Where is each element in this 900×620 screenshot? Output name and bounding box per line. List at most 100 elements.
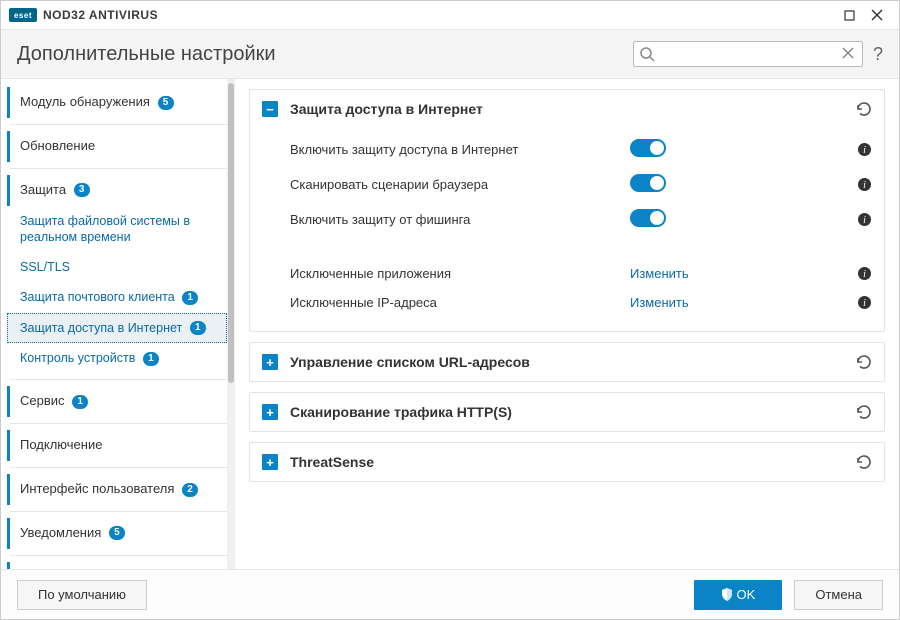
sidebar-item-service[interactable]: Сервис 1 (7, 386, 227, 417)
sidebar-item-label: Защита файловой системы в реальном време… (20, 214, 190, 244)
info-button[interactable]: i (857, 295, 872, 310)
setting-row-scan-browser-scripts: Сканировать сценарии браузера i (290, 167, 872, 202)
svg-text:i: i (863, 215, 866, 226)
badge: 5 (158, 96, 174, 110)
sidebar-item-label: Интерфейс пользователя (20, 481, 174, 496)
sidebar-scrollbar[interactable] (227, 79, 235, 569)
panel-header[interactable]: + ThreatSense (250, 443, 884, 481)
setting-row-enable-web-protection: Включить защиту доступа в Интернет i (290, 132, 872, 167)
sidebar-item-detection-module[interactable]: Модуль обнаружения 5 (7, 87, 227, 118)
window-maximize-button[interactable] (835, 5, 863, 25)
undo-icon (854, 403, 872, 421)
info-button[interactable]: i (857, 212, 872, 227)
main-content: − Защита доступа в Интернет Включить защ… (235, 79, 899, 569)
badge: 1 (190, 321, 206, 335)
sidebar-item-ssl-tls[interactable]: SSL/TLS (7, 252, 227, 282)
info-icon: i (857, 212, 872, 227)
sidebar-item-label: Защита (20, 182, 66, 197)
sidebar-item-mail-protection[interactable]: Защита почтового клиента 1 (7, 282, 227, 312)
info-button[interactable]: i (857, 142, 872, 157)
content-body: Модуль обнаружения 5 Обновление Защита 3… (1, 79, 899, 569)
expand-icon: + (262, 354, 278, 370)
product-name: NOD32 ANTIVIRUS (43, 8, 158, 22)
sidebar-item-label: Сервис (20, 393, 65, 408)
badge: 1 (72, 395, 88, 409)
ok-button[interactable]: OK (694, 580, 783, 610)
undo-icon (854, 100, 872, 118)
panel-title: Сканирование трафика HTTP(S) (290, 404, 854, 420)
sidebar-item-protection[interactable]: Защита 3 (7, 175, 227, 206)
search-clear-button[interactable] (841, 46, 857, 62)
toggle-enable-web-protection[interactable] (630, 139, 666, 157)
info-button[interactable]: i (857, 177, 872, 192)
sidebar-item-device-control[interactable]: Контроль устройств 1 (7, 343, 227, 373)
footer: По умолчанию OK Отмена (1, 569, 899, 619)
sidebar-item-web-protection[interactable]: Защита доступа в Интернет 1 (7, 313, 227, 343)
panel-header[interactable]: + Сканирование трафика HTTP(S) (250, 393, 884, 431)
sidebar-item-update[interactable]: Обновление (7, 131, 227, 162)
sidebar-separator (10, 555, 227, 556)
sidebar-separator (10, 511, 227, 512)
sidebar-item-connection[interactable]: Подключение (7, 430, 227, 461)
setting-row-excluded-apps: Исключенные приложения Изменить i (290, 259, 872, 288)
svg-text:i: i (863, 180, 866, 191)
sidebar-item-label: SSL/TLS (20, 260, 70, 274)
sidebar-item-ui[interactable]: Интерфейс пользователя 2 (7, 474, 227, 505)
sidebar-separator (10, 379, 227, 380)
app-window: eset NOD32 ANTIVIRUS Дополнительные наст… (0, 0, 900, 620)
badge: 3 (74, 183, 90, 197)
svg-text:i: i (863, 269, 866, 280)
close-icon (871, 9, 883, 21)
toggle-scan-browser-scripts[interactable] (630, 174, 666, 192)
help-button[interactable]: ? (873, 44, 883, 65)
panel-title: Защита доступа в Интернет (290, 101, 854, 117)
defaults-button[interactable]: По умолчанию (17, 580, 147, 610)
undo-icon (854, 453, 872, 471)
sidebar-item-notifications[interactable]: Уведомления 5 (7, 518, 227, 549)
collapse-icon: − (262, 101, 278, 117)
sidebar-item-label: Подключение (20, 437, 102, 452)
sidebar-separator (10, 168, 227, 169)
panel-title: Управление списком URL-адресов (290, 354, 854, 370)
sidebar-item-realtime-fs[interactable]: Защита файловой системы в реальном време… (7, 206, 227, 253)
scrollbar-thumb[interactable] (228, 83, 234, 383)
titlebar: eset NOD32 ANTIVIRUS (1, 1, 899, 29)
sidebar-item-label: Защита почтового клиента (20, 290, 175, 304)
sidebar-item-label: Обновление (20, 138, 95, 153)
page-header: Дополнительные настройки ? (1, 29, 899, 79)
search-input[interactable] (633, 41, 863, 67)
info-icon: i (857, 266, 872, 281)
edit-excluded-apps-link[interactable]: Изменить (630, 266, 689, 281)
info-icon: i (857, 177, 872, 192)
sidebar-separator (10, 423, 227, 424)
sidebar-item-label: Защита доступа в Интернет (20, 321, 182, 335)
panel-threatsense: + ThreatSense (249, 442, 885, 482)
setting-row-excluded-ips: Исключенные IP-адреса Изменить i (290, 288, 872, 317)
toggle-enable-phishing[interactable] (630, 209, 666, 227)
undo-icon (854, 353, 872, 371)
badge: 5 (109, 526, 125, 540)
info-icon: i (857, 142, 872, 157)
svg-text:i: i (863, 298, 866, 309)
info-button[interactable]: i (857, 266, 872, 281)
square-icon (844, 10, 855, 21)
sidebar-separator (10, 467, 227, 468)
x-icon (841, 46, 855, 60)
expand-icon: + (262, 404, 278, 420)
setting-label: Исключенные приложения (290, 266, 630, 281)
revert-button[interactable] (854, 353, 872, 371)
panel-header[interactable]: + Управление списком URL-адресов (250, 343, 884, 381)
revert-button[interactable] (854, 100, 872, 118)
revert-button[interactable] (854, 453, 872, 471)
revert-button[interactable] (854, 403, 872, 421)
panel-header[interactable]: − Защита доступа в Интернет (250, 90, 884, 128)
sidebar-item-label: Уведомления (20, 525, 101, 540)
cancel-button[interactable]: Отмена (794, 580, 883, 610)
svg-text:i: i (863, 145, 866, 156)
expand-icon: + (262, 454, 278, 470)
panel-web-protection: − Защита доступа в Интернет Включить защ… (249, 89, 885, 332)
setting-row-enable-phishing: Включить защиту от фишинга i (290, 202, 872, 237)
window-close-button[interactable] (863, 5, 891, 25)
sidebar-item-privacy[interactable]: Настройки конфиденциальности (7, 562, 227, 569)
edit-excluded-ips-link[interactable]: Изменить (630, 295, 689, 310)
